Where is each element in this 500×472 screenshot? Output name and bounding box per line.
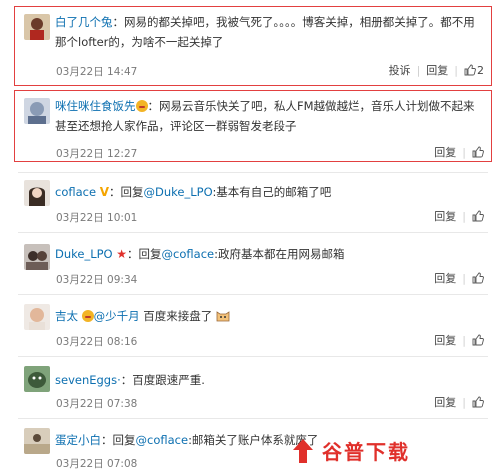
thumbs-up-icon: [464, 64, 476, 76]
reply-button[interactable]: 回复: [428, 394, 462, 410]
comment-username[interactable]: sevenEggs·: [55, 373, 121, 387]
comment-prefix: ：回复: [109, 185, 144, 199]
thumbs-up-icon: [472, 396, 484, 408]
comment-text: 蛋定小白：回复@coflace:邮箱关了账户体系就废了: [55, 430, 484, 450]
comment-text: Duke_LPO ★：回复@coflace:政府基本都在用网易邮箱: [55, 244, 484, 264]
watermark-text: 谷普下载: [322, 440, 410, 464]
comment-time: 03月22日 12:27: [56, 148, 138, 160]
like-button[interactable]: 2: [458, 64, 484, 77]
comment-text: 白了几个兔：网易的都关掉吧，我被气死了。。。。博客关掉，相册都关掉了。都不用那个…: [55, 12, 484, 52]
avatar[interactable]: [24, 98, 50, 124]
comment-body: ：百度跟速严重.: [120, 373, 205, 387]
comment-text: 吉太 @少千月 百度来接盘了: [55, 306, 484, 326]
divider: [18, 232, 488, 233]
reply-button[interactable]: 回复: [428, 144, 462, 160]
comment-time: 03月22日 09:34: [56, 274, 138, 286]
comment-actions: 投诉 | 回复 | 2: [383, 62, 484, 78]
star-badge-icon: ★: [116, 247, 128, 261]
thumbs-up-icon: [472, 334, 484, 346]
comment-username[interactable]: 蛋定小白: [55, 433, 101, 447]
avatar[interactable]: [24, 244, 50, 270]
comment-username[interactable]: 吉太: [55, 309, 78, 323]
comment-actions: 回复 |: [428, 208, 484, 224]
comment-username[interactable]: coflace: [55, 185, 96, 199]
avatar[interactable]: [24, 180, 50, 206]
like-button[interactable]: [466, 210, 484, 222]
comment-time: 03月22日 08:16: [56, 336, 138, 348]
report-button[interactable]: 投诉: [383, 62, 417, 78]
comment-time: 03月22日 10:01: [56, 212, 138, 224]
comment-actions: 回复 |: [428, 144, 484, 160]
comment-prefix: ：回复: [101, 433, 136, 447]
comment-time: 03月22日 14:47: [56, 66, 138, 78]
reply-button[interactable]: 回复: [428, 208, 462, 224]
reply-button[interactable]: 回复: [420, 62, 454, 78]
comment-time: 03月22日 07:38: [56, 398, 138, 410]
comment-time: 03月22日 07:08: [56, 458, 138, 470]
comment-actions: 回复 |: [428, 332, 484, 348]
smiley-emoji-icon: [135, 100, 148, 112]
like-count: 2: [477, 63, 484, 77]
comment-actions: 回复 |: [428, 270, 484, 286]
comment-prefix: ：回复: [127, 247, 162, 261]
avatar[interactable]: [24, 14, 50, 40]
comment-username[interactable]: 咪住咪住食饭先: [55, 99, 136, 113]
watermark-logo-icon: [293, 439, 313, 463]
divider: [18, 418, 488, 419]
comment-body: :基本有自己的邮箱了吧: [212, 185, 332, 199]
cat-emoji-icon: [216, 311, 230, 322]
divider: [18, 294, 488, 295]
mention-link[interactable]: @coflace: [136, 433, 189, 447]
thumbs-up-icon: [472, 210, 484, 222]
comment-body: 百度来接盘了: [139, 309, 213, 323]
like-button[interactable]: [466, 146, 484, 158]
comment-text: coflace V：回复@Duke_LPO:基本有自己的邮箱了吧: [55, 182, 484, 202]
verified-v-icon: V: [99, 185, 110, 199]
like-button[interactable]: [466, 334, 484, 346]
comment-body: :政府基本都在用网易邮箱: [214, 247, 345, 261]
comment-text: sevenEggs·：百度跟速严重.: [55, 370, 484, 390]
avatar[interactable]: [24, 304, 50, 330]
watermark: 谷普下载: [322, 436, 414, 465]
avatar[interactable]: [24, 428, 50, 454]
comment-body: ：网易的都关掉吧，我被气死了。。。。博客关掉，相册都关掉了。都不用那个lofte…: [55, 15, 475, 49]
mention-link[interactable]: @coflace: [162, 247, 215, 261]
divider: [18, 356, 488, 357]
mention-link[interactable]: @Duke_LPO: [144, 185, 213, 199]
comment-username[interactable]: Duke_LPO: [55, 247, 113, 261]
reply-button[interactable]: 回复: [428, 332, 462, 348]
thumbs-up-icon: [472, 146, 484, 158]
avatar[interactable]: [24, 366, 50, 392]
mention-link[interactable]: @少千月: [94, 309, 140, 323]
smiley-emoji-icon: [81, 310, 94, 322]
reply-button[interactable]: 回复: [428, 270, 462, 286]
like-button[interactable]: [466, 396, 484, 408]
divider: [18, 172, 488, 173]
comment-actions: 回复 |: [428, 394, 484, 410]
like-button[interactable]: [466, 272, 484, 284]
comment-username[interactable]: 白了几个兔: [55, 15, 113, 29]
thumbs-up-icon: [472, 272, 484, 284]
comment-text: 咪住咪住食饭先 ：网易云音乐快关了吧，私人FM越做越烂，音乐人计划做不起来甚至还想…: [55, 96, 484, 136]
